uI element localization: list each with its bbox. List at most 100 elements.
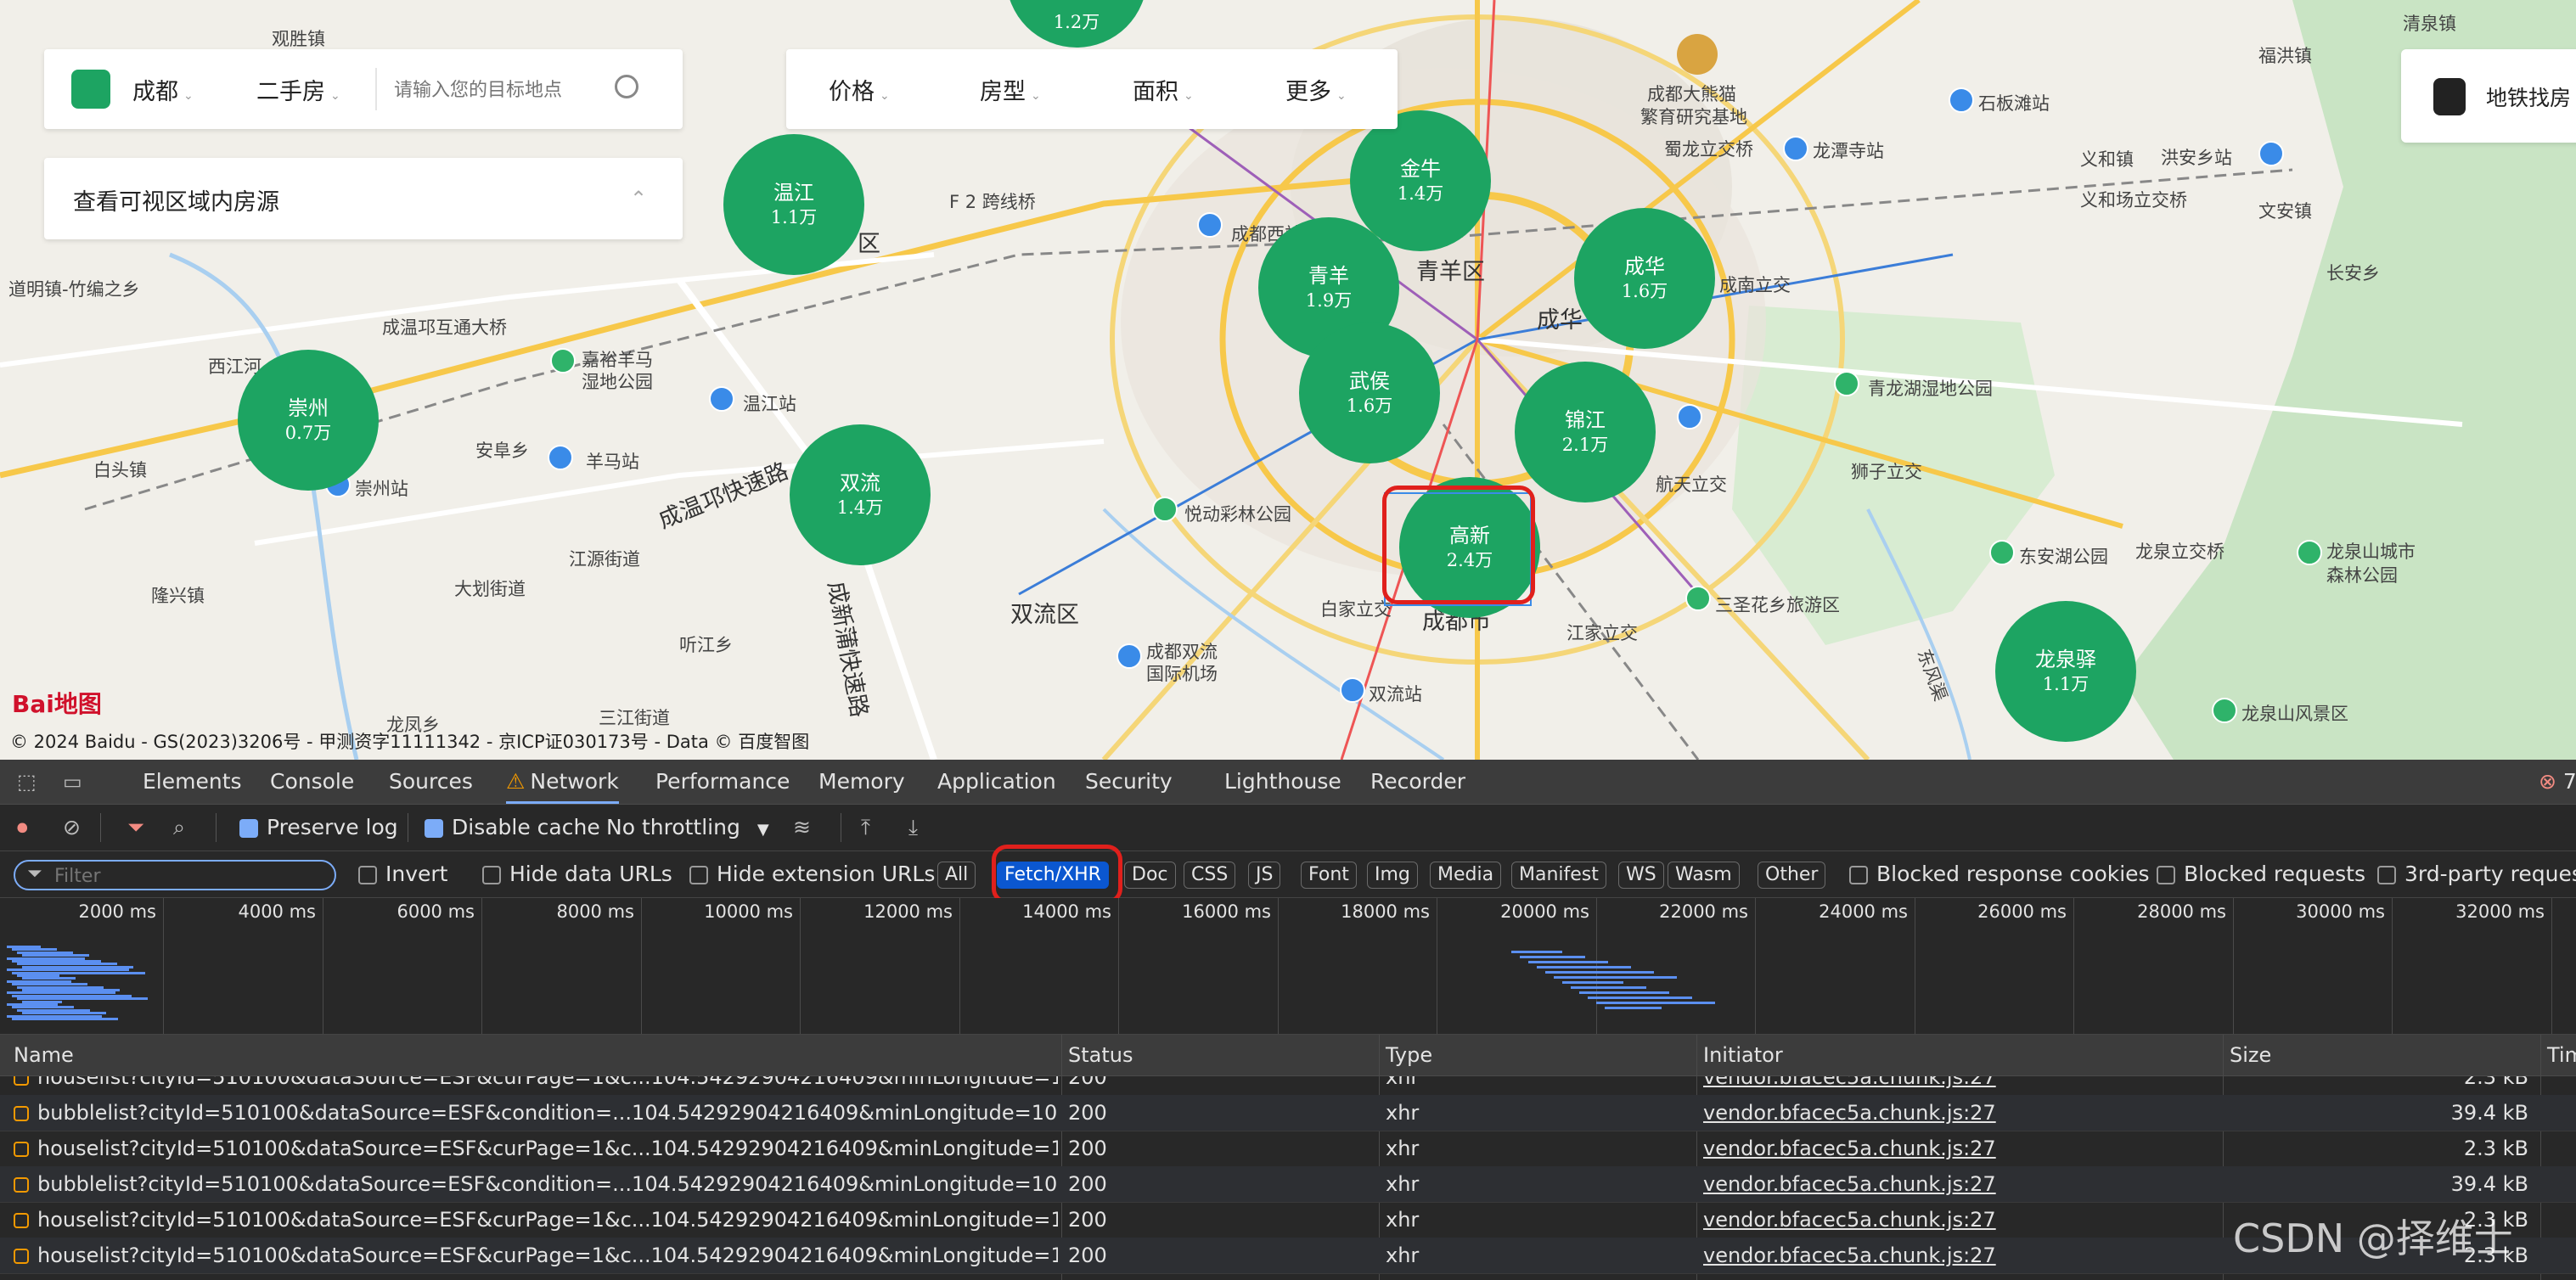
column-time[interactable]: Tim (2547, 1035, 2576, 1075)
type-filter-doc[interactable]: Doc (1124, 862, 1176, 889)
column-initiator[interactable]: Initiator (1703, 1035, 1783, 1075)
district-bubble[interactable]: 崇州 0.7万 (238, 350, 379, 491)
district-bubble[interactable]: 锦江 2.1万 (1515, 362, 1656, 502)
request-type: xhr (1386, 1208, 1420, 1232)
type-filter-font[interactable]: Font (1301, 862, 1357, 889)
tab-security[interactable]: Security (1085, 760, 1173, 804)
request-name-cell[interactable]: bubblelist?cityId=510100&dataSource=ESF&… (14, 1166, 1058, 1202)
tab-elements[interactable]: Elements (143, 760, 242, 804)
timeline-gridline (1755, 898, 1756, 1034)
map-label: 狮子立交 (1851, 462, 1922, 482)
upload-icon[interactable]: ⤒ (861, 805, 870, 851)
download-icon[interactable]: ⤓ (908, 805, 918, 851)
request-initiator[interactable]: vendor.bfacec5a.chunk.js:27 (1703, 1238, 2213, 1273)
throttling-select[interactable]: No throttling ▼ (606, 805, 769, 851)
district-bubble[interactable]: 温江 1.1万 (723, 134, 864, 275)
column-type[interactable]: Type (1386, 1035, 1432, 1075)
request-name-cell[interactable]: houselist?cityId=510100&dataSource=ESF&c… (14, 1076, 1058, 1095)
filter-input-box[interactable]: ⏷ (14, 860, 336, 890)
type-filter-ws[interactable]: WS (1618, 862, 1664, 889)
district-bubble[interactable]: 成华 1.6万 (1574, 208, 1715, 349)
filter-price[interactable]: 价格 ⌄ (829, 73, 890, 106)
chevron-up-icon[interactable]: ⌃ (630, 187, 647, 211)
table-row[interactable]: houselist?cityId=510100&dataSource=ESF&c… (0, 1076, 2576, 1096)
blocked-cookies-checkbox[interactable]: Blocked response cookies (1849, 851, 2150, 897)
timeline-tick-label: 22000 ms (1659, 901, 1748, 922)
column-size[interactable]: Size (2230, 1035, 2271, 1075)
request-name-cell[interactable]: houselist?cityId=510100&dataSource=ESF&c… (14, 1238, 1058, 1273)
bubble-count: 1.2万 (1053, 11, 1100, 32)
error-counter[interactable]: ⊗ 7 (2539, 760, 2576, 804)
device-toolbar-icon[interactable]: ▭ (63, 760, 82, 806)
tab-memory[interactable]: Memory (818, 760, 905, 804)
metro-button[interactable]: 地铁找房 (2401, 49, 2576, 143)
blocked-requests-checkbox[interactable]: Blocked requests (2157, 851, 2365, 897)
search-icon[interactable]: ⌕ (173, 805, 185, 851)
filter-room-type[interactable]: 房型 ⌄ (980, 73, 1041, 106)
district-bubble[interactable]: 龙泉驿 1.1万 (1995, 601, 2136, 742)
tab-application[interactable]: Application (937, 760, 1056, 804)
tab-sources[interactable]: Sources (389, 760, 473, 804)
inspect-icon[interactable]: ⬚ (17, 760, 37, 806)
search-icon[interactable] (615, 75, 638, 98)
hide-extension-urls-checkbox[interactable]: Hide extension URLs (689, 851, 935, 897)
request-initiator[interactable]: vendor.bfacec5a.chunk.js:27 (1703, 1076, 2213, 1095)
bubble-count: 1.6万 (1346, 395, 1393, 416)
request-name-cell[interactable]: houselist?cityId=510100&dataSource=ESF&c… (14, 1202, 1058, 1238)
request-size: 2.3 kB (2463, 1076, 2528, 1089)
tab-lighthouse[interactable]: Lighthouse (1224, 760, 1341, 804)
filter-area[interactable]: 面积 ⌄ (1133, 73, 1194, 106)
table-row[interactable]: houselist?cityId=510100&dataSource=ESF&c… (0, 1131, 2576, 1167)
table-row[interactable]: bubblelist?cityId=510100&dataSource=ESF&… (0, 1166, 2576, 1203)
third-party-checkbox[interactable]: 3rd-party requests (2377, 851, 2576, 897)
disable-cache-checkbox[interactable]: Disable cache (425, 805, 600, 851)
bubble-name: 成华 (1624, 254, 1665, 278)
type-filter-css[interactable]: CSS (1184, 862, 1236, 889)
clear-icon[interactable]: ⊘ (63, 805, 81, 851)
tab-performance[interactable]: Performance (655, 760, 790, 804)
tab-console[interactable]: Console (270, 760, 354, 804)
column-status[interactable]: Status (1068, 1035, 1133, 1075)
network-conditions-icon[interactable]: ≋ (793, 805, 811, 851)
request-initiator[interactable]: vendor.bfacec5a.chunk.js:27 (1703, 1202, 2213, 1238)
request-initiator[interactable]: vendor.bfacec5a.chunk.js:27 (1703, 1166, 2213, 1202)
record-icon[interactable]: ⏺ (17, 805, 28, 851)
column-name[interactable]: Name (14, 1035, 74, 1075)
request-name-cell[interactable]: houselist?cityId=510100&dataSource=ESF&c… (14, 1131, 1058, 1166)
request-initiator[interactable]: vendor.bfacec5a.chunk.js:27 (1703, 1095, 2213, 1131)
district-bubble[interactable]: 金牛 1.4万 (1350, 110, 1491, 251)
tab-recorder[interactable]: Recorder (1370, 760, 1465, 804)
visible-area-panel[interactable]: 查看可视区域内房源 ⌃ (44, 158, 683, 239)
request-initiator[interactable]: vendor.bfacec5a.chunk.js:27 (1703, 1131, 2213, 1166)
request-name: houselist?cityId=510100&dataSource=ESF&c… (37, 1137, 1058, 1160)
category-select[interactable]: 二手房 ⌄ (256, 73, 340, 106)
table-row[interactable]: bubblelist?cityId=510100&dataSource=ESF&… (0, 1095, 2576, 1131)
city-select[interactable]: 成都 ⌄ (132, 73, 194, 106)
map-label: 三江街道 (599, 708, 670, 728)
type-filter-all[interactable]: All (937, 862, 976, 889)
preserve-log-checkbox[interactable]: Preserve log (239, 805, 398, 851)
request-name-cell[interactable]: bubblelist?cityId=510100&dataSource=ESF&… (14, 1095, 1058, 1131)
type-filter-js[interactable]: JS (1248, 862, 1281, 889)
network-timeline-overview[interactable]: 2000 ms 4000 ms 6000 ms 8000 ms 10000 ms 1200… (0, 898, 2576, 1035)
hide-data-urls-checkbox[interactable]: Hide data URLs (482, 851, 672, 897)
filter-icon[interactable]: ⏷ (127, 805, 144, 851)
table-row[interactable]: houselist?cityId=510100&dataSource=ESF&c… (0, 1202, 2576, 1238)
filter-more[interactable]: 更多 ⌄ (1285, 73, 1347, 106)
park-icon (1685, 586, 1711, 611)
type-filter-img[interactable]: Img (1367, 862, 1418, 889)
type-filter-other[interactable]: Other (1758, 862, 1826, 889)
type-filter-wasm[interactable]: Wasm (1668, 862, 1740, 889)
filter-input[interactable] (53, 863, 328, 889)
tab-network[interactable]: ⚠ Network (506, 760, 619, 804)
type-filter-manifest[interactable]: Manifest (1511, 862, 1606, 889)
map-view[interactable]: 观胜镇 成都大熊猫 繁育研究基地 蜀龙立交桥 龙潭寺站 石板滩站 洪安乡站 义和… (0, 0, 2576, 760)
search-input[interactable] (392, 70, 633, 110)
district-bubble[interactable]: 双流 1.4万 (790, 424, 931, 565)
invert-checkbox[interactable]: Invert (358, 851, 447, 897)
table-row[interactable]: houselist?cityId=510100&dataSource=ESF&c… (0, 1238, 2576, 1274)
type-filter-media[interactable]: Media (1430, 862, 1502, 889)
district-bubble[interactable]: 武侯 1.6万 (1299, 323, 1440, 463)
panda-icon (1677, 34, 1718, 75)
timeline-tick-label: 8000 ms (556, 901, 634, 922)
